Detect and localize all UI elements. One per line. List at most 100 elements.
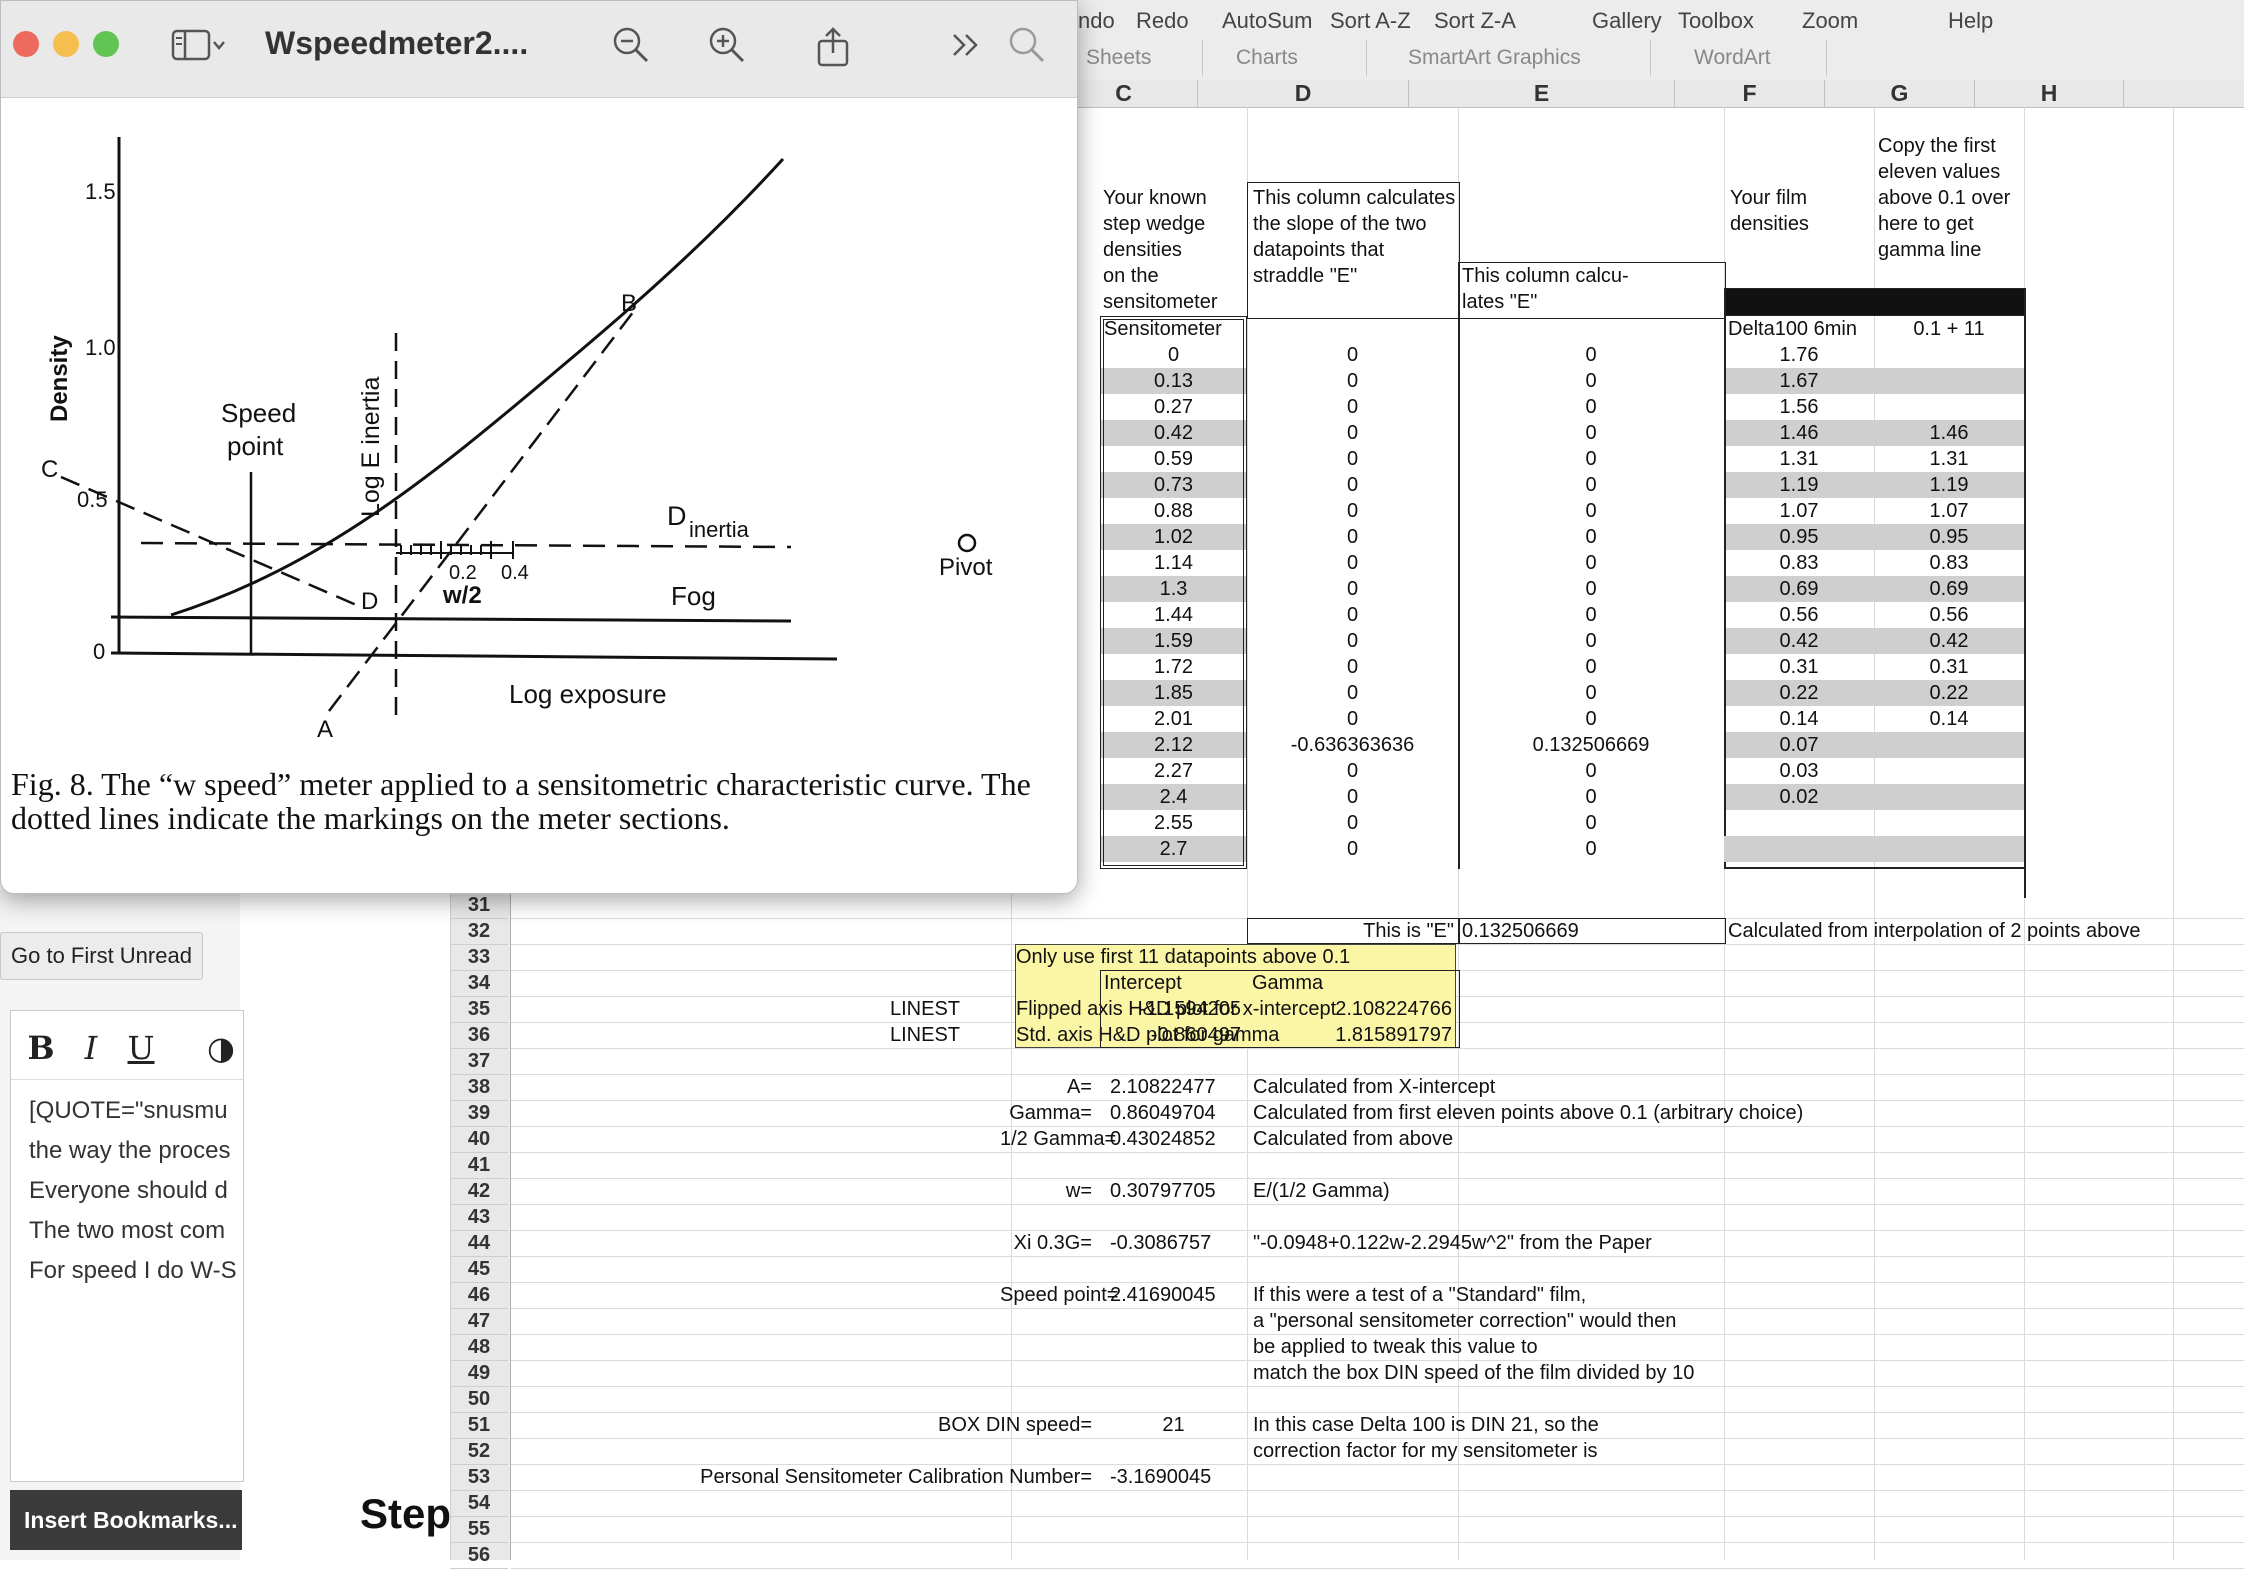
row-number[interactable]: 53 [450,1464,508,1491]
column-header-h[interactable]: H [1975,80,2124,107]
table-cell[interactable]: 0 [1458,524,1724,550]
table-cell[interactable]: 0 [1247,654,1458,680]
table-cell[interactable]: 0 [1458,498,1724,524]
table-cell[interactable]: 0 [1247,758,1458,784]
help-button[interactable]: Help [1948,8,1993,34]
table-cell[interactable]: 0 [1458,342,1724,368]
row-number[interactable]: 39 [450,1100,508,1127]
row-number[interactable]: 37 [450,1048,508,1075]
table-cell[interactable]: 0 [1458,706,1724,732]
underline-button[interactable]: U [121,1029,161,1067]
table-cell[interactable]: 0 [1247,446,1458,472]
table-cell[interactable]: 0 [1458,394,1724,420]
table-cell[interactable]: 1.19 [1724,472,1874,498]
table-cell[interactable]: 1.31 [1724,446,1874,472]
table-cell[interactable]: 0 [1247,576,1458,602]
table-cell[interactable] [1874,758,2024,784]
table-cell[interactable]: 0.14 [1724,706,1874,732]
row-number[interactable]: 40 [450,1126,508,1153]
row-number[interactable]: 31 [450,892,508,919]
table-cell[interactable]: 0 [1458,446,1724,472]
table-cell[interactable]: 0 [1458,576,1724,602]
table-cell[interactable]: 0 [1458,628,1724,654]
table-cell[interactable]: 0.14 [1874,706,2024,732]
sidebar-icon[interactable] [171,25,227,74]
table-cell[interactable]: 0 [1458,472,1724,498]
box-din-value[interactable]: 21 [1100,1412,1247,1438]
column-header-f[interactable]: F [1675,80,1825,107]
table-cell[interactable] [1874,342,2024,368]
table-cell[interactable] [1874,368,2024,394]
table-cell[interactable]: 0 [1247,628,1458,654]
calc-value[interactable]: 2.10822477 [1110,1074,1216,1100]
toolbox-button[interactable]: Toolbox [1678,8,1754,34]
table-cell[interactable]: 0 [1247,368,1458,394]
table-cell[interactable]: 1.56 [1724,394,1874,420]
reply-editor[interactable]: B I U ◑ [QUOTE="snusmu the way the proce… [10,1010,244,1482]
personal-calibration-value[interactable]: -3.1690045 [1110,1464,1211,1490]
table-cell[interactable]: 0 [1458,368,1724,394]
table-cell[interactable]: 1.19 [1874,472,2024,498]
calc-value[interactable]: 2.41690045 [1110,1282,1216,1308]
redo-button[interactable]: Redo [1136,8,1189,34]
row-number[interactable]: 41 [450,1152,508,1179]
table-cell[interactable]: 1.31 [1874,446,2024,472]
table-cell[interactable]: 0 [1247,836,1458,862]
row-number[interactable]: 45 [450,1256,508,1283]
table-cell[interactable]: 0 [1247,498,1458,524]
row-number[interactable]: 33 [450,944,508,971]
calc-value[interactable]: 0.86049704 [1110,1100,1216,1126]
table-cell[interactable]: 0 [1247,472,1458,498]
table-cell[interactable]: 1.07 [1874,498,2024,524]
tab-charts[interactable]: Charts [1236,46,1298,70]
table-cell[interactable]: 0 [1458,836,1724,862]
row-number[interactable]: 43 [450,1204,508,1231]
column-header-g[interactable]: G [1825,80,1975,107]
row-number[interactable]: 54 [450,1490,508,1517]
row-number[interactable]: 48 [450,1334,508,1361]
table-cell[interactable]: 0.69 [1874,576,2024,602]
insert-bookmarks-button[interactable]: Insert Bookmarks... [10,1490,242,1550]
row-number[interactable]: 50 [450,1386,508,1413]
row-number[interactable]: 32 [450,918,508,945]
table-cell[interactable]: 0.02 [1724,784,1874,810]
table-cell[interactable]: 0.95 [1724,524,1874,550]
table-cell[interactable]: 0.22 [1874,680,2024,706]
tab-smartart[interactable]: SmartArt Graphics [1408,46,1581,70]
table-cell[interactable]: 0.31 [1874,654,2024,680]
table-cell[interactable]: 1.76 [1724,342,1874,368]
table-cell[interactable]: -0.636363636 [1247,732,1458,758]
close-button[interactable] [13,31,39,57]
e-value[interactable]: 0.132506669 [1462,918,1579,944]
search-icon[interactable] [1007,25,1047,74]
undo-button[interactable]: ndo [1078,8,1115,34]
table-cell[interactable] [1874,394,2024,420]
table-cell[interactable] [1874,784,2024,810]
row-number[interactable]: 35 [450,996,508,1023]
column-header-e[interactable]: E [1409,80,1675,107]
row-number[interactable]: 49 [450,1360,508,1387]
table-cell[interactable]: 0 [1458,602,1724,628]
table-cell[interactable]: 0.07 [1724,732,1874,758]
table-cell[interactable]: 1.67 [1724,368,1874,394]
table-cell[interactable]: 0 [1458,654,1724,680]
row-number[interactable]: 36 [450,1022,508,1049]
table-cell[interactable]: 0.69 [1724,576,1874,602]
table-cell[interactable]: 0 [1247,342,1458,368]
gallery-button[interactable]: Gallery [1592,8,1662,34]
table-cell[interactable]: 1.07 [1724,498,1874,524]
table-cell[interactable]: 0 [1247,680,1458,706]
table-cell[interactable]: 0 [1247,706,1458,732]
table-cell[interactable]: 0.132506669 [1458,732,1724,758]
row-number[interactable]: 46 [450,1282,508,1309]
table-cell[interactable]: 0 [1247,394,1458,420]
zoom-in-icon[interactable] [707,25,747,74]
row-number[interactable]: 56 [450,1542,508,1569]
table-cell[interactable]: 0 [1458,810,1724,836]
sort-az-button[interactable]: Sort A-Z [1330,8,1411,34]
italic-button[interactable]: I [71,1029,111,1067]
table-cell[interactable]: 0.83 [1874,550,2024,576]
table-cell[interactable]: 0 [1458,550,1724,576]
row-number[interactable]: 38 [450,1074,508,1101]
tab-wordart[interactable]: WordArt [1694,46,1771,70]
